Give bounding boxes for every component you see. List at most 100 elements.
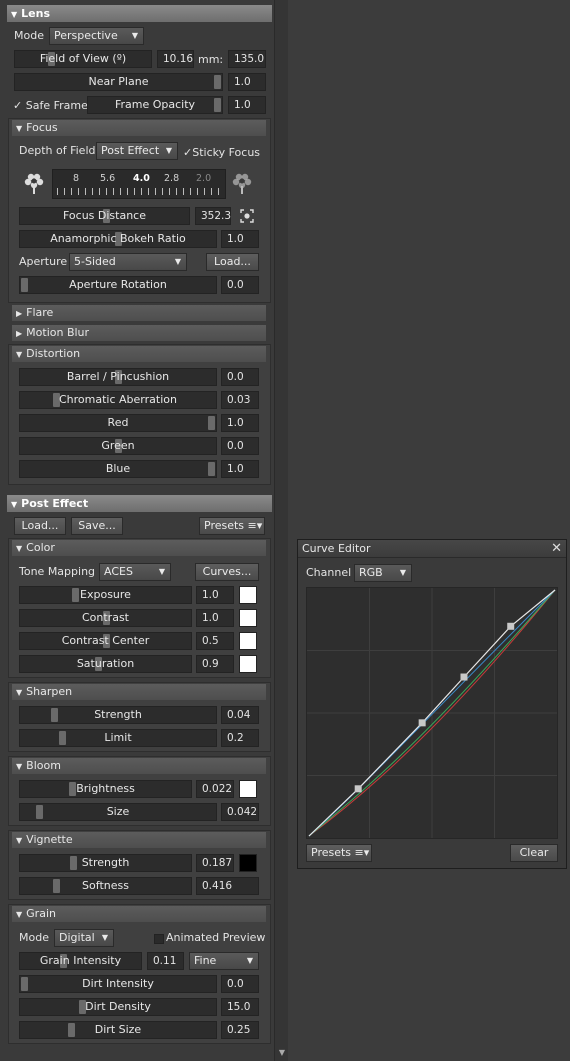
green-value[interactable]: 0.0 [221, 437, 259, 455]
slider-handle[interactable] [36, 805, 43, 819]
slider-handle[interactable] [214, 75, 221, 89]
curve-plot[interactable] [307, 588, 557, 838]
near-plane-slider[interactable]: Near Plane [14, 73, 223, 91]
mode-dropdown[interactable]: Perspective ▼ [49, 27, 144, 45]
post-effect-header[interactable]: ▼ Post Effect [7, 495, 272, 512]
dirt-size-value[interactable]: 0.25 [221, 1021, 259, 1039]
dirt-intensity-slider[interactable]: Dirt Intensity [19, 975, 217, 993]
slider-handle[interactable] [53, 879, 60, 893]
slider-handle[interactable] [208, 416, 215, 430]
near-focus-flower-icon[interactable] [23, 172, 45, 194]
curve-editor-titlebar[interactable]: Curve Editor ✕ [298, 540, 566, 558]
fov-value[interactable]: 10.16 [157, 50, 194, 68]
contrast-center-slider[interactable]: Contrast Center [19, 632, 192, 650]
aperture-load-button[interactable]: Load... [206, 253, 259, 271]
curve-control-point[interactable] [354, 785, 362, 793]
fstop-ruler[interactable]: 8 5.6 4.0 2.8 2.0 [52, 169, 226, 199]
contrast-color-swatch[interactable] [239, 609, 257, 627]
color-header[interactable]: ▼ Color [12, 540, 266, 556]
curve-clear-button[interactable]: Clear [510, 844, 558, 862]
red-value[interactable]: 1.0 [221, 414, 259, 432]
post-presets-button[interactable]: Presets ≡▾ [199, 517, 265, 535]
grain-intensity-slider[interactable]: Grain Intensity [19, 952, 142, 970]
sharpen-limit-slider[interactable]: Limit [19, 729, 217, 747]
slider-handle[interactable] [59, 731, 66, 745]
saturation-slider[interactable]: Saturation [19, 655, 192, 673]
aperture-dropdown[interactable]: 5-Sided ▼ [69, 253, 187, 271]
green-slider[interactable]: Green [19, 437, 217, 455]
grain-intensity-value[interactable]: 0.11 [147, 952, 184, 970]
near-plane-value[interactable]: 1.0 [228, 73, 266, 91]
curve-presets-button[interactable]: Presets ≡▾ [306, 844, 372, 862]
mm-value[interactable]: 135.0 [228, 50, 266, 68]
dirt-density-slider[interactable]: Dirt Density [19, 998, 217, 1016]
slider-handle[interactable] [72, 588, 79, 602]
slider-handle[interactable] [69, 782, 76, 796]
slider-handle[interactable] [21, 977, 28, 991]
contrast-center-value[interactable]: 0.5 [196, 632, 234, 650]
curve-control-point[interactable] [418, 719, 426, 727]
exposure-slider[interactable]: Exposure [19, 586, 192, 604]
red-slider[interactable]: Red [19, 414, 217, 432]
focus-distance-value[interactable]: 352.3 [195, 207, 231, 225]
frame-opacity-slider[interactable]: Frame Opacity [87, 96, 223, 114]
sticky-focus-checkbox[interactable]: ✓Sticky Focus [183, 144, 260, 162]
grain-header[interactable]: ▼ Grain [12, 906, 266, 922]
vignette-color-swatch[interactable] [239, 854, 257, 872]
motion-blur-header[interactable]: ▶ Motion Blur [12, 325, 266, 341]
far-focus-flower-icon[interactable] [231, 172, 253, 194]
safe-frame-checkbox[interactable]: ✓ Safe Frame [13, 97, 88, 115]
post-save-button[interactable]: Save... [71, 517, 123, 535]
vignette-strength-value[interactable]: 0.187 [196, 854, 234, 872]
curve-control-point[interactable] [460, 673, 468, 681]
chromatic-aberration-value[interactable]: 0.03 [221, 391, 259, 409]
slider-handle[interactable] [70, 856, 77, 870]
bloom-header[interactable]: ▼ Bloom [12, 758, 266, 774]
focus-distance-slider[interactable]: Focus Distance [19, 207, 190, 225]
curves-button[interactable]: Curves... [195, 563, 259, 581]
slider-handle[interactable] [68, 1023, 75, 1037]
grain-mode-dropdown[interactable]: Digital ▼ [54, 929, 114, 947]
vignette-header[interactable]: ▼ Vignette [12, 832, 266, 848]
vignette-strength-slider[interactable]: Strength [19, 854, 192, 872]
sharpen-strength-slider[interactable]: Strength [19, 706, 217, 724]
contrast-value[interactable]: 1.0 [196, 609, 234, 627]
panel-scrollbar[interactable]: ▼ [274, 0, 288, 1061]
sharpen-limit-value[interactable]: 0.2 [221, 729, 259, 747]
slider-handle[interactable] [51, 708, 58, 722]
dof-dropdown[interactable]: Post Effect ▼ [96, 142, 178, 160]
aperture-rotation-slider[interactable]: Aperture Rotation [19, 276, 217, 294]
fov-slider[interactable]: Field of View (º) [14, 50, 152, 68]
bloom-size-slider[interactable]: Size [19, 803, 217, 821]
grain-quality-dropdown[interactable]: Fine ▼ [189, 952, 259, 970]
channel-dropdown[interactable]: RGB ▼ [354, 564, 412, 582]
tone-mapping-dropdown[interactable]: ACES ▼ [99, 563, 171, 581]
vignette-softness-value[interactable]: 0.416 [196, 877, 259, 895]
close-icon[interactable]: ✕ [551, 540, 562, 558]
anamorphic-bokeh-slider[interactable]: Anamorphic Bokeh Ratio [19, 230, 217, 248]
bloom-size-value[interactable]: 0.042 [221, 803, 259, 821]
animated-preview-checkbox[interactable] [154, 934, 164, 944]
scroll-down-arrow-icon[interactable]: ▼ [275, 1047, 289, 1059]
saturation-color-swatch[interactable] [239, 655, 257, 673]
exposure-color-swatch[interactable] [239, 586, 257, 604]
saturation-value[interactable]: 0.9 [196, 655, 234, 673]
curve-control-point[interactable] [507, 622, 515, 630]
dirt-density-value[interactable]: 15.0 [221, 998, 259, 1016]
blue-value[interactable]: 1.0 [221, 460, 259, 478]
flare-header[interactable]: ▶ Flare [12, 305, 266, 321]
bloom-brightness-value[interactable]: 0.022 [196, 780, 234, 798]
vignette-softness-slider[interactable]: Softness [19, 877, 192, 895]
post-load-button[interactable]: Load... [14, 517, 66, 535]
aperture-rotation-value[interactable]: 0.0 [221, 276, 259, 294]
slider-handle[interactable] [21, 278, 28, 292]
curve-graph[interactable] [306, 587, 558, 839]
bloom-brightness-slider[interactable]: Brightness [19, 780, 192, 798]
slider-handle[interactable] [208, 462, 215, 476]
slider-handle[interactable] [214, 98, 221, 112]
dirt-intensity-value[interactable]: 0.0 [221, 975, 259, 993]
sharpen-header[interactable]: ▼ Sharpen [12, 684, 266, 700]
chromatic-aberration-slider[interactable]: Chromatic Aberration [19, 391, 217, 409]
barrel-pincushion-value[interactable]: 0.0 [221, 368, 259, 386]
exposure-value[interactable]: 1.0 [196, 586, 234, 604]
